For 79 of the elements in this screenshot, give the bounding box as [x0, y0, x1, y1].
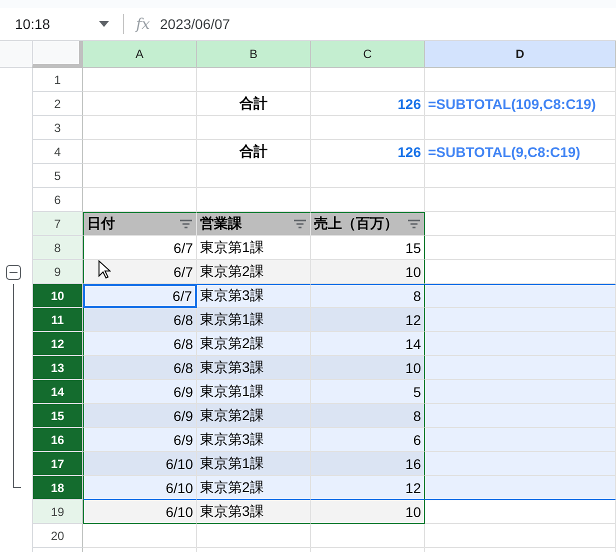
table-cell: 10 [311, 260, 425, 284]
table-cell: =SUBTOTAL(109,C8:C19) [425, 92, 616, 116]
table-cell: 6/7 [83, 260, 197, 284]
table-cell: =SUBTOTAL(9,C8:C19) [425, 140, 616, 164]
table-cell: 14 [311, 332, 425, 356]
row-header[interactable]: 6 [32, 188, 83, 212]
row-header[interactable]: 13 [32, 356, 83, 380]
table-cell: 6/9 [83, 404, 197, 428]
table-cell: 東京第2課 [197, 404, 311, 428]
filter-icon[interactable] [407, 219, 421, 229]
row-header[interactable]: 9 [32, 260, 83, 284]
table-cell: 6/8 [83, 356, 197, 380]
table-cell: 東京第3課 [197, 284, 311, 308]
table-cell: 8 [311, 404, 425, 428]
table-cell: 5 [311, 380, 425, 404]
table-cell: 合計 [197, 140, 311, 164]
table-cell: 東京第1課 [197, 236, 311, 260]
row-header[interactable]: 18 [32, 476, 83, 500]
row-header[interactable]: 15 [32, 404, 83, 428]
table-cell: 6/10 [83, 452, 197, 476]
row-header[interactable]: 11 [32, 308, 83, 332]
row-header[interactable]: 20 [32, 524, 83, 548]
row-header[interactable]: 4 [32, 140, 83, 164]
table-cell: 東京第3課 [197, 500, 311, 524]
table-cell: 6/9 [83, 380, 197, 404]
row-header[interactable]: 8 [32, 236, 83, 260]
row-header[interactable]: 7 [32, 212, 83, 236]
table-cell: 126 [311, 140, 425, 164]
mouse-pointer-icon [98, 260, 111, 279]
function-label: fx [136, 15, 150, 33]
table-cell: 6/10 [83, 476, 197, 500]
table-cell: 合計 [197, 92, 311, 116]
table-cell: 東京第2課 [197, 260, 311, 284]
table-cell: 6/7 [83, 284, 197, 308]
table-cell: 東京第3課 [197, 356, 311, 380]
column-header[interactable]: B [197, 41, 311, 68]
collapse-group-icon[interactable] [6, 265, 21, 280]
table-cell: 8 [311, 284, 425, 308]
column-header[interactable]: D [425, 41, 616, 68]
column-header[interactable]: C [311, 41, 425, 68]
table-cell: 6/7 [83, 236, 197, 260]
row-header[interactable]: 2 [32, 92, 83, 116]
table-cell: 6/10 [83, 500, 197, 524]
table-cell: 東京第2課 [197, 476, 311, 500]
table-cell: 126 [311, 92, 425, 116]
table-cell: 東京第1課 [197, 308, 311, 332]
filter-icon[interactable] [179, 219, 193, 229]
table-cell: 12 [311, 308, 425, 332]
row-header[interactable]: 10 [32, 284, 83, 308]
caret-icon [99, 21, 109, 27]
column-header[interactable]: A [83, 41, 197, 68]
table-cell: 東京第1課 [197, 452, 311, 476]
table-cell: 東京第2課 [197, 332, 311, 356]
column-title: 日付 [87, 215, 115, 233]
table-cell: 16 [311, 452, 425, 476]
column-title: 売上（百万） [314, 215, 398, 233]
table-cell: 15 [311, 236, 425, 260]
row-header[interactable]: 17 [32, 452, 83, 476]
row-header[interactable]: 14 [32, 380, 83, 404]
row-header[interactable]: 3 [32, 116, 83, 140]
table-cell: 12 [311, 476, 425, 500]
column-title: 営業課 [200, 215, 242, 233]
table-cell: 6 [311, 428, 425, 452]
select-all-corner[interactable] [32, 41, 83, 68]
filter-icon[interactable] [293, 219, 307, 229]
table-cell: 10 [311, 500, 425, 524]
table-cell: 6/9 [83, 428, 197, 452]
row-header[interactable]: 16 [32, 428, 83, 452]
row-header[interactable]: 5 [32, 164, 83, 188]
row-header[interactable]: 1 [32, 68, 83, 92]
name-box[interactable]: 10:18 [0, 16, 111, 32]
table-cell: 10 [311, 356, 425, 380]
formula-input[interactable]: 2023/06/07 [160, 16, 230, 32]
table-cell: 6/8 [83, 332, 197, 356]
table-cell: 東京第3課 [197, 428, 311, 452]
row-header[interactable]: 12 [32, 332, 83, 356]
row-header[interactable]: 19 [32, 500, 83, 524]
table-cell: 東京第1課 [197, 380, 311, 404]
table-cell: 6/8 [83, 308, 197, 332]
